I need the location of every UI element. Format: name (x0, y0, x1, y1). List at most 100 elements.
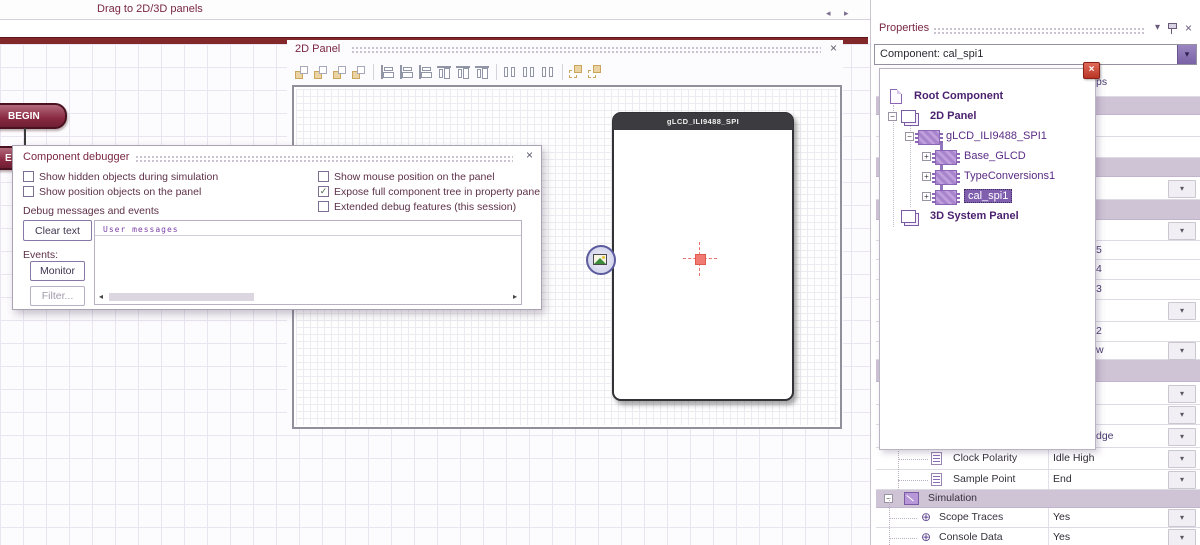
column-separator (1048, 448, 1049, 469)
value-dropdown-button[interactable]: ▾ (1168, 529, 1196, 545)
align-left-icon[interactable] (378, 63, 396, 81)
property-row-scope-traces[interactable]: ⊕Scope TracesYes▾ (876, 508, 1200, 528)
property-row-console-data[interactable]: ⊕Console DataYes▾ (876, 528, 1200, 545)
properties-menu-icon[interactable]: ▾ (1155, 22, 1160, 34)
value-dropdown-button[interactable]: ▾ (1168, 342, 1196, 360)
distribute-vertical-icon[interactable] (520, 63, 538, 81)
bring-to-front-icon[interactable] (293, 63, 311, 81)
2d-panel-titlebar[interactable]: 2D Panel × (287, 40, 843, 58)
user-messages-header: User messages (95, 221, 521, 236)
tree-expander-icon[interactable]: + (922, 152, 931, 161)
checkbox-left-0[interactable] (23, 171, 34, 182)
tree-expander-icon[interactable]: − (888, 112, 897, 121)
property-value: Yes (1053, 531, 1070, 543)
clipped-value-text: 5 (1096, 244, 1102, 256)
group-icon[interactable] (567, 63, 585, 81)
tree-expander-icon[interactable]: − (905, 132, 914, 141)
component-selector-dropdown-icon[interactable]: ▾ (1177, 45, 1196, 64)
tree-item-glcd-ili9488-spi1[interactable]: −gLCD_ILI9488_SPI1 (880, 127, 1095, 147)
icon-shape (422, 67, 431, 71)
messages-horizontal-scrollbar[interactable]: ◂ ▸ (96, 291, 520, 303)
value-dropdown-button[interactable]: ▾ (1168, 471, 1196, 489)
properties-close-icon[interactable]: × (1185, 22, 1192, 34)
value-dropdown-button[interactable]: ▾ (1168, 428, 1196, 446)
debug-messages-label: Debug messages and events (23, 205, 159, 217)
monitor-button[interactable]: Monitor (30, 261, 85, 281)
clipped-value-text: 4 (1096, 263, 1102, 275)
scroll-left-icon[interactable]: ◂ (96, 292, 106, 302)
clear-text-button[interactable]: Clear text (23, 220, 92, 241)
2d-panel-close-icon[interactable]: × (830, 42, 837, 54)
panel-nav-left-icon[interactable]: ◂ (826, 8, 831, 19)
chip-icon (935, 170, 957, 185)
property-row-clock-polarity[interactable]: Clock PolarityIdle High▾ (876, 448, 1200, 470)
align-center-icon[interactable] (397, 63, 415, 81)
tree-item-3d-system-panel[interactable]: 3D System Panel (880, 207, 1095, 227)
value-dropdown-button[interactable]: ▾ (1168, 180, 1196, 198)
bring-forward-icon[interactable] (331, 63, 349, 81)
send-backward-icon[interactable] (350, 63, 368, 81)
tree-item-typeconversions1[interactable]: +TypeConversions1 (880, 167, 1095, 187)
tree-expander-icon[interactable]: + (922, 192, 931, 201)
value-dropdown-button[interactable]: ▾ (1168, 509, 1196, 527)
debugger-drag-handle[interactable] (135, 155, 513, 163)
checkbox-row[interactable]: Extended debug features (this session) (318, 199, 540, 214)
scope-icon: ⊕ (921, 531, 931, 544)
scrollbar-thumb[interactable] (109, 293, 254, 301)
debugger-close-icon[interactable]: × (526, 149, 533, 161)
component-selector[interactable]: Component: cal_spi1 ▾ (874, 44, 1197, 65)
icon-shape (574, 65, 582, 73)
property-label: Clock Polarity (953, 452, 1017, 464)
align-bottom-icon[interactable] (473, 63, 491, 81)
2d-panel-drag-handle[interactable] (351, 46, 821, 54)
checkbox-row[interactable]: ✓Expose full component tree in property … (318, 184, 540, 199)
component-selector-value: Component: cal_spi1 (880, 48, 983, 60)
clipped-value-text: dge (1096, 430, 1114, 442)
panels-icon (904, 113, 919, 126)
value-dropdown-button[interactable]: ▾ (1168, 385, 1196, 403)
clipped-value-text: w (1096, 344, 1104, 356)
checkbox-row[interactable]: Show position objects on the panel (23, 184, 218, 199)
tree-item-label: Root Component (914, 90, 1003, 102)
property-row-sample-point[interactable]: Sample PointEnd▾ (876, 470, 1200, 490)
tree-item-label: cal_spi1 (964, 189, 1012, 203)
icon-shape (542, 67, 546, 77)
panel-nav-right-icon[interactable]: ▸ (844, 8, 849, 19)
popup-close-icon[interactable]: × (1083, 62, 1100, 79)
space-evenly-icon[interactable] (539, 63, 557, 81)
checkbox-label: Extended debug features (this session) (334, 201, 516, 213)
value-dropdown-button[interactable]: ▾ (1168, 406, 1196, 424)
checkbox-row[interactable]: Show hidden objects during simulation (23, 169, 218, 184)
tree-expander-icon[interactable]: + (922, 172, 931, 181)
tree-guide-stub (898, 459, 928, 460)
checkbox-left-1[interactable] (23, 186, 34, 197)
begin-node-label: BEGIN (8, 111, 40, 122)
flowchart-begin-node[interactable]: BEGIN (0, 103, 67, 129)
checkbox-right-1[interactable]: ✓ (318, 186, 329, 197)
checkbox-row[interactable]: Show mouse position on the panel (318, 169, 540, 184)
tree-item-cal-spi1[interactable]: + cal_spi1 (880, 187, 1095, 207)
pin-icon[interactable] (1168, 23, 1176, 35)
align-middle-icon[interactable] (454, 63, 472, 81)
tree-item-root-component[interactable]: Root Component (880, 87, 1095, 107)
value-dropdown-button[interactable]: ▾ (1168, 302, 1196, 320)
ungroup-icon[interactable] (586, 63, 604, 81)
tree-item-2d-panel[interactable]: −2D Panel (880, 107, 1095, 127)
filter-button[interactable]: Filter... (30, 286, 85, 306)
value-dropdown-button[interactable]: ▾ (1168, 222, 1196, 240)
icon-shape (511, 67, 515, 77)
value-dropdown-button[interactable]: ▾ (1168, 450, 1196, 468)
distribute-horizontal-icon[interactable] (501, 63, 519, 81)
tree-item-base-glcd[interactable]: +Base_GLCD (880, 147, 1095, 167)
send-to-back-icon[interactable] (312, 63, 330, 81)
checkbox-right-0[interactable] (318, 171, 329, 182)
image-component-icon[interactable] (586, 245, 616, 275)
align-right-icon[interactable] (416, 63, 434, 81)
icon-shape (504, 67, 508, 77)
checkbox-right-2[interactable] (318, 201, 329, 212)
scroll-right-icon[interactable]: ▸ (510, 292, 520, 302)
section-label: Simulation (928, 492, 977, 504)
icon-shape (400, 65, 402, 79)
properties-drag-handle[interactable] (933, 27, 1144, 35)
align-top-icon[interactable] (435, 63, 453, 81)
